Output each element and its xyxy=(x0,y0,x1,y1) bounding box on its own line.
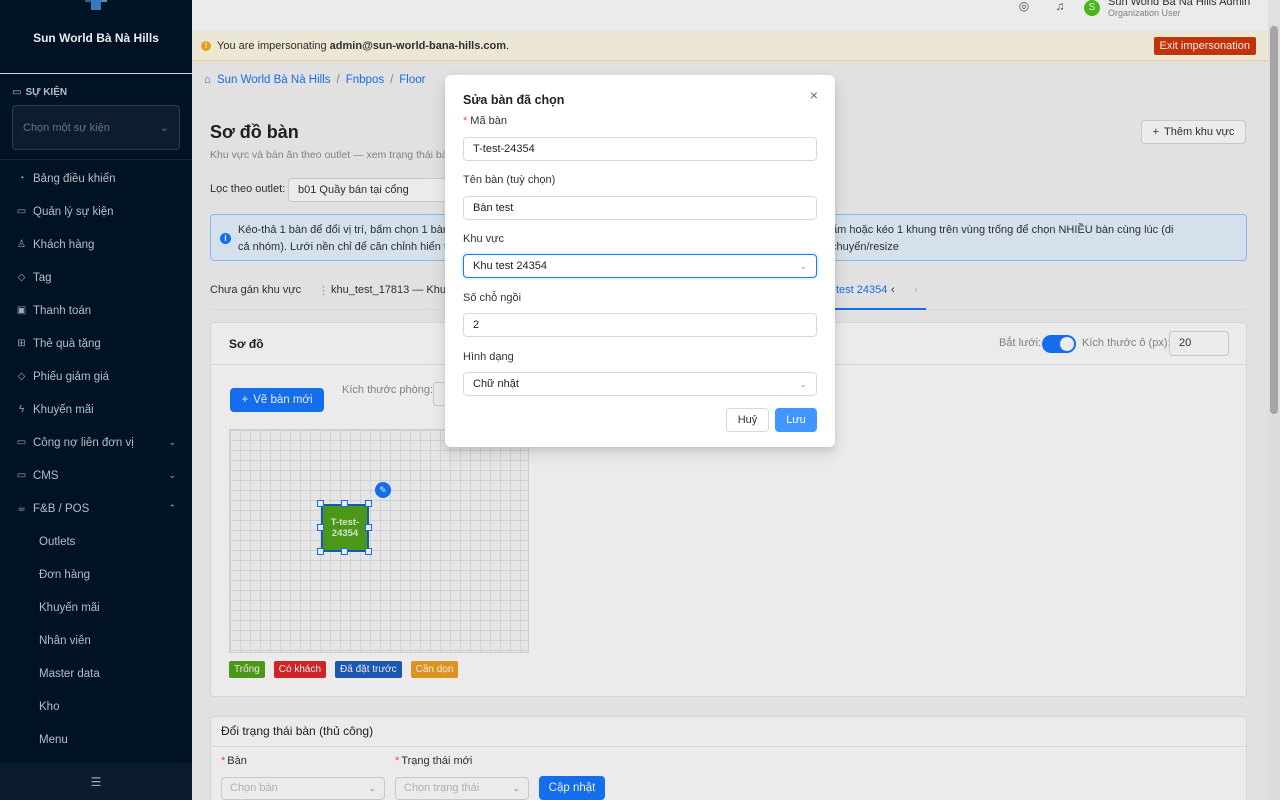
edit-table-modal: Sửa bàn đã chọn × * Mã bàn T-test-24354 T… xyxy=(445,75,835,447)
close-icon[interactable]: × xyxy=(807,88,821,102)
zone-select[interactable]: Khu test 24354 ⌄ xyxy=(463,254,817,278)
zone-select-value: Khu test 24354 xyxy=(473,260,548,272)
code-label: * Mã bàn xyxy=(463,115,507,127)
chevron-down-icon: ⌄ xyxy=(799,379,807,389)
shape-label: Hình dạng xyxy=(463,351,514,363)
seats-input[interactable]: 2 xyxy=(463,313,817,337)
shape-select[interactable]: Chữ nhật ⌄ xyxy=(463,372,817,396)
name-label: Tên bàn (tuỳ chọn) xyxy=(463,174,556,186)
cancel-button[interactable]: Huỷ xyxy=(726,408,769,432)
save-button[interactable]: Lưu xyxy=(775,408,817,432)
shape-select-value: Chữ nhật xyxy=(473,378,519,390)
code-label-text: Mã bàn xyxy=(470,115,507,127)
table-code-input[interactable]: T-test-24354 xyxy=(463,137,817,161)
chevron-down-icon: ⌄ xyxy=(799,261,807,271)
seats-label: Số chỗ ngồi xyxy=(463,292,522,304)
table-name-input[interactable]: Bàn test xyxy=(463,196,817,220)
zone-label: Khu vực xyxy=(463,233,504,245)
modal-title: Sửa bàn đã chọn xyxy=(463,93,565,107)
